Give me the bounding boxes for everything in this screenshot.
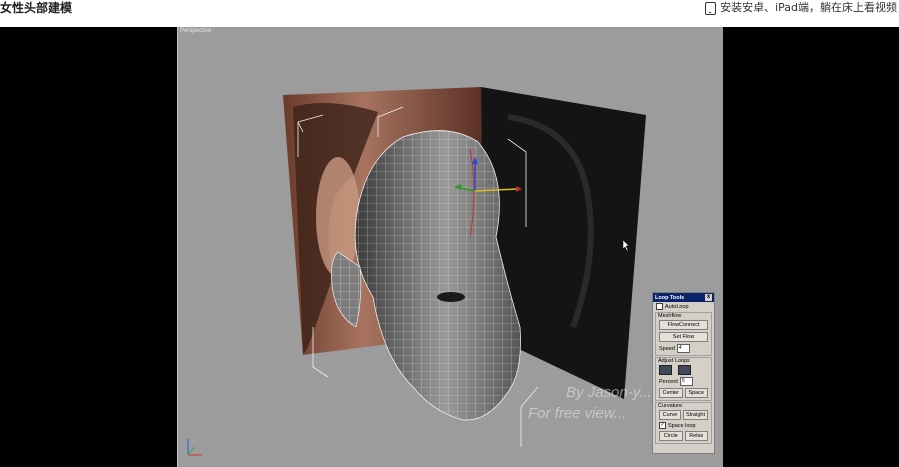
curve-button[interactable]: Curve <box>659 410 682 420</box>
tablet-icon <box>705 1 717 15</box>
head-model-scene <box>187 87 646 456</box>
loop-tools-panel: Loop Tools x AutoLoop Meshflow FlowConne… <box>652 292 715 454</box>
set-flow-button[interactable]: Set Flow <box>659 332 708 342</box>
watermark-line-1: By Jason-y... <box>566 384 652 401</box>
space-loop-label: Space loop <box>668 422 696 429</box>
loop-tools-header[interactable]: Loop Tools x <box>653 293 714 302</box>
eye-socket <box>437 292 465 302</box>
loop-shrink-button[interactable] <box>659 365 672 375</box>
speed-label: Speed <box>659 345 675 352</box>
curvature-group: Curvature Curve Straight ✓ Space loop Ci… <box>655 402 712 444</box>
loop-grow-button[interactable] <box>678 365 691 375</box>
app-promo-link[interactable]: 安装安卓、iPad端，躺在床上看视频 <box>705 1 897 15</box>
space-button[interactable]: Space <box>684 388 708 398</box>
relax-button[interactable]: Relax <box>684 431 708 441</box>
adjust-loops-group: Adjust Loops Percent 5 Center Space <box>655 357 712 401</box>
circle-button[interactable]: Circle <box>659 431 683 441</box>
flowconnect-button[interactable]: FlowConnect <box>659 320 708 330</box>
autoloop-label: AutoLoop <box>665 303 689 310</box>
autoloop-checkbox[interactable] <box>656 303 663 310</box>
3d-viewport[interactable]: Perspective By Jason-y... For free view.… <box>177 27 723 467</box>
percent-label: Percent <box>659 378 678 385</box>
watermark-line-2: For free view... <box>528 405 627 422</box>
loop-tools-title: Loop Tools <box>655 294 685 301</box>
percent-spinner[interactable]: 5 <box>679 377 693 386</box>
meshflow-group: Meshflow FlowConnect Set Flow Speed 4 <box>655 312 712 356</box>
page-title: 女性头部建模 <box>0 1 73 15</box>
axis-tripod-icon <box>187 439 202 456</box>
speed-spinner[interactable]: 4 <box>676 344 690 353</box>
video-player[interactable]: Perspective By Jason-y... For free view.… <box>0 27 899 467</box>
straight-button[interactable]: Straight <box>683 410 708 420</box>
app-promo-text: 安装安卓、iPad端，躺在床上看视频 <box>720 1 897 14</box>
space-loop-checkbox[interactable]: ✓ <box>659 422 666 429</box>
close-icon[interactable]: x <box>705 294 712 301</box>
center-button[interactable]: Center <box>659 388 683 398</box>
top-bar: 女性头部建模 安装安卓、iPad端，躺在床上看视频 <box>0 0 899 27</box>
